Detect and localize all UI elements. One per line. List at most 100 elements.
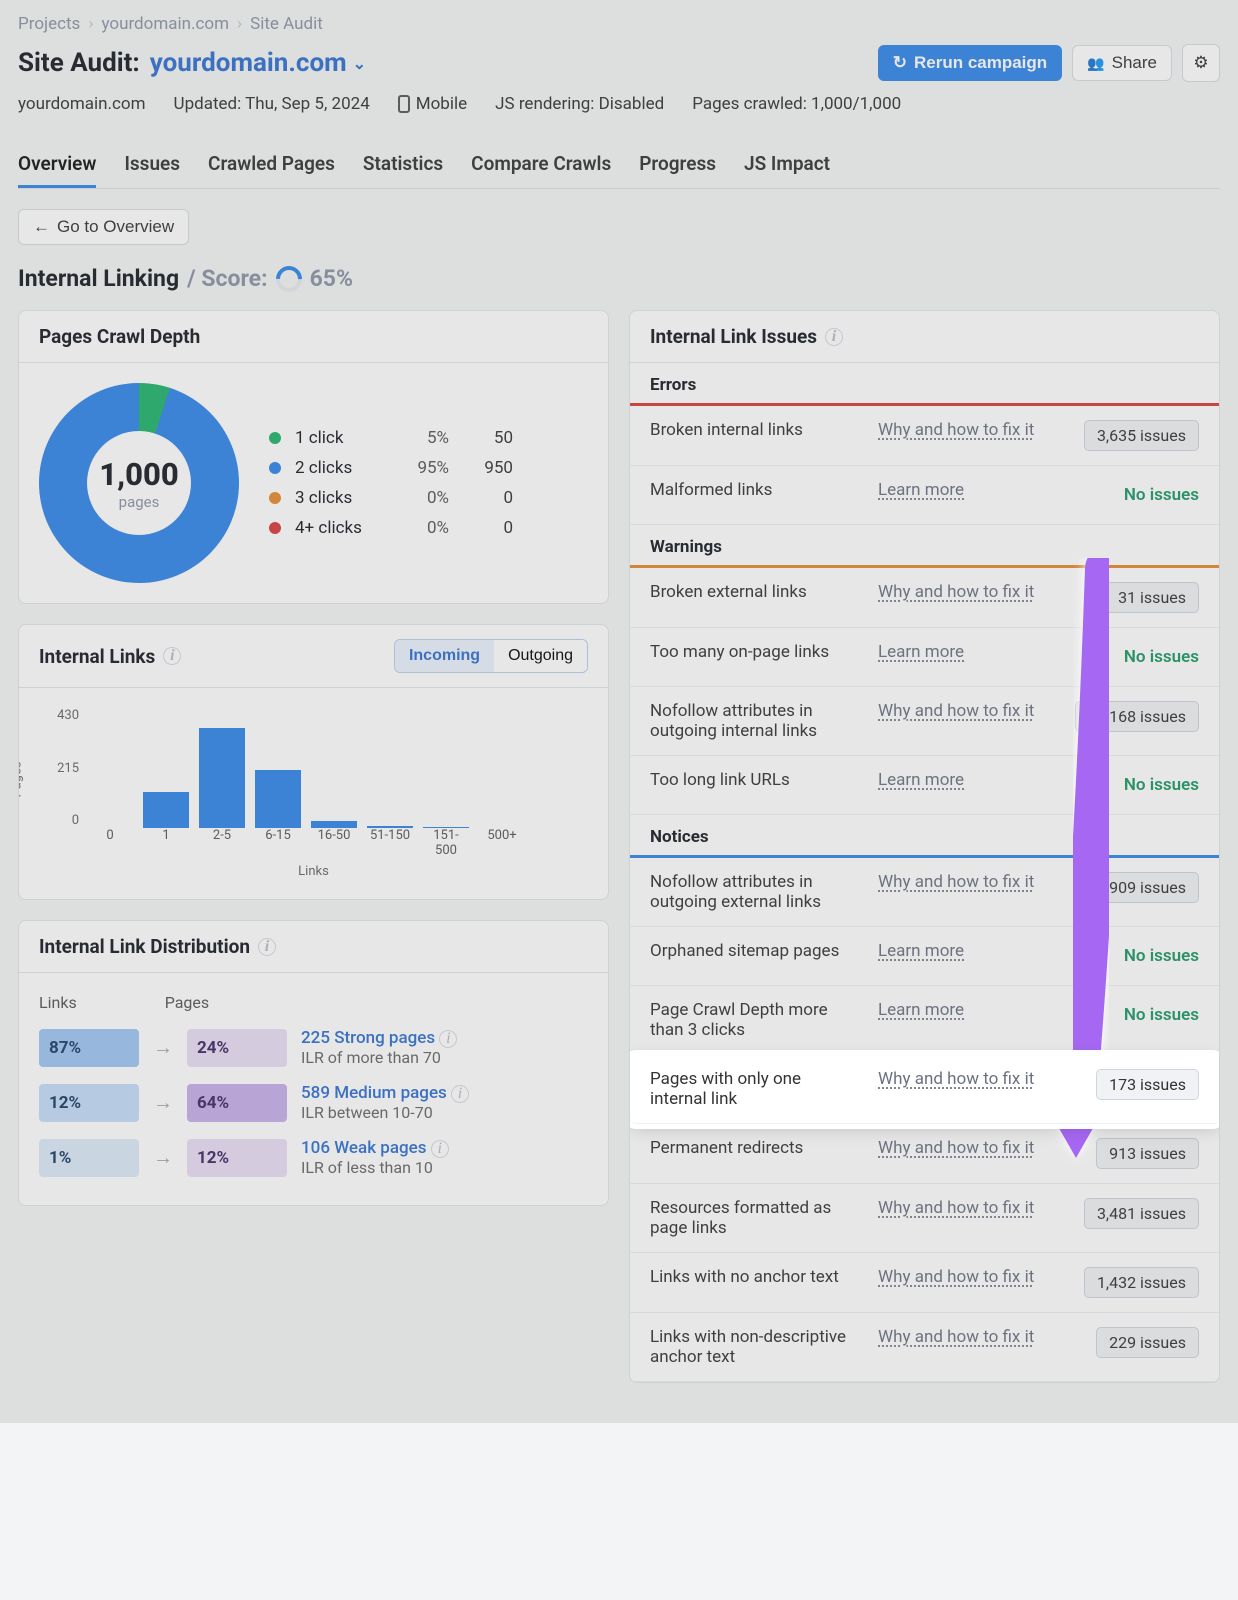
bar[interactable] — [199, 728, 245, 828]
bar[interactable] — [367, 826, 413, 828]
issue-help-link[interactable]: Why and how to fix it — [878, 582, 1087, 602]
distribution-sub: ILR between 10-70 — [301, 1103, 588, 1122]
issue-count-badge[interactable]: 3,635 issues — [1084, 420, 1199, 451]
tab-issues[interactable]: Issues — [124, 142, 180, 188]
tab-compare-crawls[interactable]: Compare Crawls — [471, 142, 611, 188]
share-button[interactable]: 👥 Share — [1072, 45, 1172, 81]
arrow-right-icon: → — [153, 1035, 173, 1060]
issue-name: Links with non-descriptive anchor text — [650, 1327, 860, 1367]
issue-help-link[interactable]: Why and how to fix it — [878, 872, 1057, 892]
issue-help-link[interactable]: Why and how to fix it — [878, 1267, 1066, 1287]
legend-count: 0 — [463, 488, 513, 508]
issue-count-badge[interactable]: 229 issues — [1096, 1327, 1199, 1358]
info-icon[interactable]: i — [825, 328, 843, 346]
section-title: Internal Linking — [18, 265, 179, 292]
issue-help-link[interactable]: Why and how to fix it — [878, 1198, 1066, 1218]
issue-name: Nofollow attributes in outgoing internal… — [650, 701, 860, 741]
issue-row: Nofollow attributes in outgoing external… — [630, 858, 1219, 927]
score-ring-icon — [270, 260, 307, 297]
issue-help-link[interactable]: Learn more — [878, 1000, 1106, 1020]
issue-name: Malformed links — [650, 480, 860, 500]
x-tick: 500+ — [479, 828, 525, 858]
issue-category-header: Errors — [630, 363, 1219, 403]
issue-help-link[interactable]: Learn more — [878, 480, 1106, 500]
legend-label: 4+ clicks — [295, 518, 385, 538]
y-tick: 215 — [39, 761, 79, 776]
issue-count-badge[interactable]: 1,432 issues — [1084, 1267, 1199, 1298]
donut-total: 1,000 — [99, 456, 179, 493]
issue-help-link[interactable]: Why and how to fix it — [878, 701, 1057, 721]
meta-js: JS rendering: Disabled — [495, 94, 664, 114]
breadcrumb-item[interactable]: Projects — [18, 14, 80, 34]
issue-help-link[interactable]: Why and how to fix it — [878, 1138, 1078, 1158]
issue-count-badge[interactable]: 26,168 issues — [1075, 701, 1199, 732]
toggle-outgoing[interactable]: Outgoing — [494, 640, 587, 672]
issue-help-link[interactable]: Learn more — [878, 770, 1106, 790]
internal-link-issues-card: Internal Link Issues i ErrorsBroken inte… — [629, 310, 1220, 1383]
issue-count-badge[interactable]: 173 issues — [1096, 1069, 1199, 1100]
incoming-outgoing-toggle[interactable]: Incoming Outgoing — [394, 639, 588, 673]
legend-row: 1 click 5% 50 — [269, 423, 513, 453]
issue-name: Links with no anchor text — [650, 1267, 860, 1287]
issue-name: Nofollow attributes in outgoing external… — [650, 872, 860, 912]
bar[interactable] — [423, 827, 469, 828]
distribution-link[interactable]: 225 Strong pages — [301, 1028, 435, 1048]
arrow-right-icon: → — [153, 1090, 173, 1115]
info-icon[interactable]: i — [163, 647, 181, 665]
toggle-incoming[interactable]: Incoming — [395, 640, 494, 672]
distribution-row: 1% → 12% 106 Weak pages i ILR of less th… — [39, 1130, 588, 1185]
settings-button[interactable]: ⚙ — [1182, 44, 1220, 82]
info-icon[interactable]: i — [451, 1085, 469, 1103]
pages-pill: 64% — [187, 1084, 287, 1122]
legend-count: 0 — [463, 518, 513, 538]
bar[interactable] — [255, 770, 301, 828]
person-add-icon: 👥 — [1087, 55, 1104, 72]
issue-count-badge[interactable]: 11,909 issues — [1075, 872, 1199, 903]
issue-row: Resources formatted as page links Why an… — [630, 1184, 1219, 1253]
distribution-link[interactable]: 589 Medium pages — [301, 1083, 447, 1103]
breadcrumb-item[interactable]: Site Audit — [250, 14, 323, 34]
meta-row: yourdomain.com Updated: Thu, Sep 5, 2024… — [18, 94, 1220, 114]
mobile-icon — [398, 95, 410, 113]
card-title: Internal Link Issues — [650, 325, 817, 348]
issue-help-link[interactable]: Why and how to fix it — [878, 1069, 1078, 1089]
issue-category-header: Notices — [630, 815, 1219, 855]
tab-js-impact[interactable]: JS Impact — [744, 142, 830, 188]
issue-name: Too many on-page links — [650, 642, 860, 662]
domain-dropdown[interactable]: yourdomain.com ⌄ — [150, 48, 366, 78]
crawl-depth-legend: 1 click 5% 50 2 clicks 95% 950 3 clicks … — [269, 423, 513, 543]
x-tick: 6-15 — [255, 828, 301, 858]
distribution-link[interactable]: 106 Weak pages — [301, 1138, 427, 1158]
issue-help-link[interactable]: Learn more — [878, 642, 1106, 662]
legend-row: 2 clicks 95% 950 — [269, 453, 513, 483]
info-icon[interactable]: i — [431, 1140, 449, 1158]
issue-name: Resources formatted as page links — [650, 1198, 860, 1238]
breadcrumb-item[interactable]: yourdomain.com — [101, 14, 229, 34]
info-icon[interactable]: i — [439, 1030, 457, 1048]
tab-crawled-pages[interactable]: Crawled Pages — [208, 142, 335, 188]
arrow-left-icon: ← — [33, 217, 50, 237]
refresh-icon: ↻ — [893, 53, 907, 73]
issue-count-badge[interactable]: 913 issues — [1096, 1138, 1199, 1169]
info-icon[interactable]: i — [258, 938, 276, 956]
tabs: Overview Issues Crawled Pages Statistics Com… — [18, 142, 1220, 189]
go-to-overview-button[interactable]: ← Go to Overview — [18, 209, 189, 245]
issue-row: Links with non-descriptive anchor text W… — [630, 1313, 1219, 1382]
rerun-campaign-button[interactable]: ↻ Rerun campaign — [878, 45, 1062, 81]
issue-help-link[interactable]: Learn more — [878, 941, 1106, 961]
tab-overview[interactable]: Overview — [18, 142, 96, 188]
meta-crawled: Pages crawled: 1,000/1,000 — [692, 94, 901, 114]
issue-help-link[interactable]: Why and how to fix it — [878, 1327, 1078, 1347]
issue-count-badge[interactable]: 3,481 issues — [1084, 1198, 1199, 1229]
issue-count-badge[interactable]: 31 issues — [1105, 582, 1199, 613]
tab-statistics[interactable]: Statistics — [363, 142, 443, 188]
links-pill: 87% — [39, 1029, 139, 1067]
bar[interactable] — [311, 821, 357, 828]
issue-help-link[interactable]: Why and how to fix it — [878, 420, 1066, 440]
tab-progress[interactable]: Progress — [639, 142, 716, 188]
bar[interactable] — [143, 792, 189, 828]
no-issues-label: No issues — [1124, 480, 1199, 510]
issue-row: Pages with only one internal link Why an… — [630, 1055, 1219, 1124]
y-tick: 430 — [39, 708, 79, 723]
legend-count: 50 — [463, 428, 513, 448]
